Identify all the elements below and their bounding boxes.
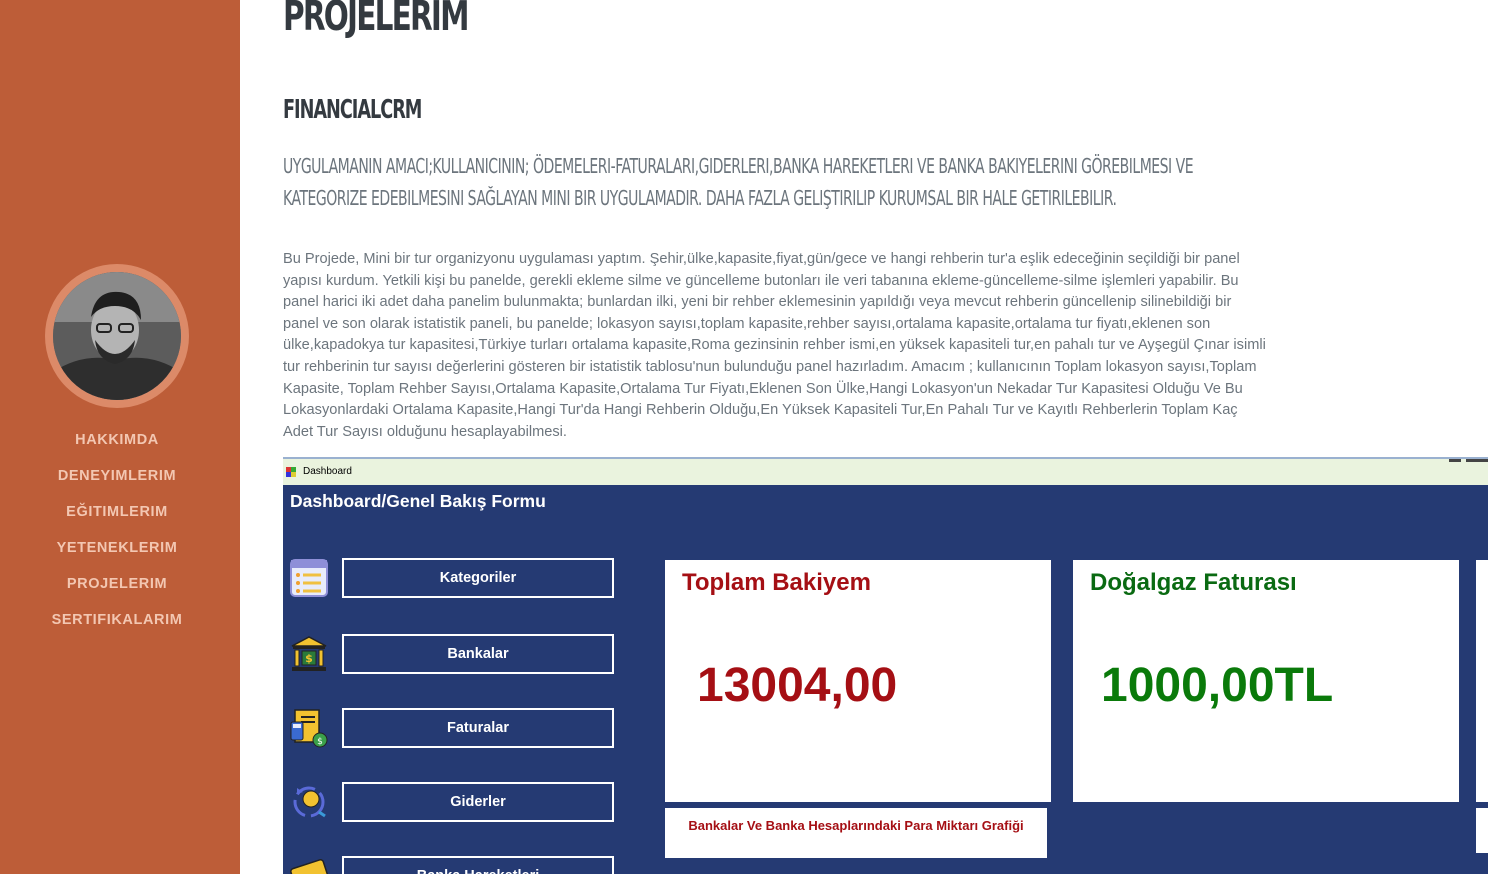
total-balance-title: Toplam Bakiyem — [682, 569, 871, 596]
nav-item-egitimlerim[interactable]: EĞITIMLERIM — [0, 494, 234, 530]
page-title: PROJELERIM — [283, 0, 469, 40]
nav-item-projelerim[interactable]: PROJELERIM — [0, 566, 234, 602]
window-title: Dashboard — [303, 466, 352, 477]
project-title: FINANCIALCRM — [283, 95, 422, 125]
gas-bill-title: Doğalgaz Faturası — [1090, 569, 1297, 596]
banks-button[interactable]: Bankalar — [342, 634, 614, 674]
nav-item-deneyimlerim[interactable]: DENEYIMLERIM — [0, 458, 234, 494]
partial-card — [1476, 560, 1488, 802]
nav-item-hakkimda[interactable]: HAKKIMDA — [0, 422, 234, 458]
bank-icon: $ — [291, 636, 327, 671]
app-icon — [286, 467, 296, 477]
svg-text:$: $ — [317, 737, 323, 747]
sidebar-nav: HAKKIMDA DENEYIMLERIM EĞITIMLERIM YETENE… — [0, 422, 234, 638]
expense-icon — [293, 786, 326, 818]
avatar — [45, 264, 189, 408]
svg-text:$: $ — [305, 652, 313, 665]
nav-item-sertifikalarim[interactable]: SERTIFIKALARIM — [0, 602, 234, 638]
sidebar: HAKKIMDA DENEYIMLERIM EĞITIMLERIM YETENE… — [0, 0, 240, 874]
window-titlebar: Dashboard — [283, 457, 1488, 485]
credit-card-icon — [290, 859, 329, 874]
partial-caption — [1476, 808, 1488, 853]
minimize-icon — [1449, 459, 1461, 462]
total-balance-value: 13004,00 — [697, 659, 898, 712]
maximize-icon — [1466, 459, 1488, 462]
project-screenshot: Dashboard Dashboard/Genel Bakış Formu $ — [283, 457, 1488, 874]
total-balance-card: Toplam Bakiyem 13004,00 — [665, 560, 1051, 802]
invoices-button[interactable]: Faturalar — [342, 708, 614, 748]
bank-chart-caption: Bankalar Ve Banka Hesaplarındaki Para Mi… — [665, 808, 1047, 858]
project-subtitle: UYGULAMANIN AMACI;KULLANICININ; ÖDEMELER… — [283, 154, 1194, 210]
invoice-icon: $ — [290, 709, 328, 748]
categories-button[interactable]: Kategoriler — [342, 558, 614, 598]
bank-transactions-button[interactable]: Banka Hareketleri — [342, 856, 614, 874]
category-list-icon — [290, 559, 328, 597]
nav-item-yeteneklerim[interactable]: YETENEKLERIM — [0, 530, 234, 566]
expenses-button[interactable]: Giderler — [342, 782, 614, 822]
project-description: Bu Projede, Mini bir tur organizyonu uyg… — [283, 251, 1266, 440]
gas-bill-value: 1000,00TL — [1101, 659, 1334, 712]
profile-photo — [53, 272, 181, 400]
form-title: Dashboard/Genel Bakış Formu — [290, 491, 546, 511]
gas-bill-card: Doğalgaz Faturası 1000,00TL — [1073, 560, 1459, 802]
